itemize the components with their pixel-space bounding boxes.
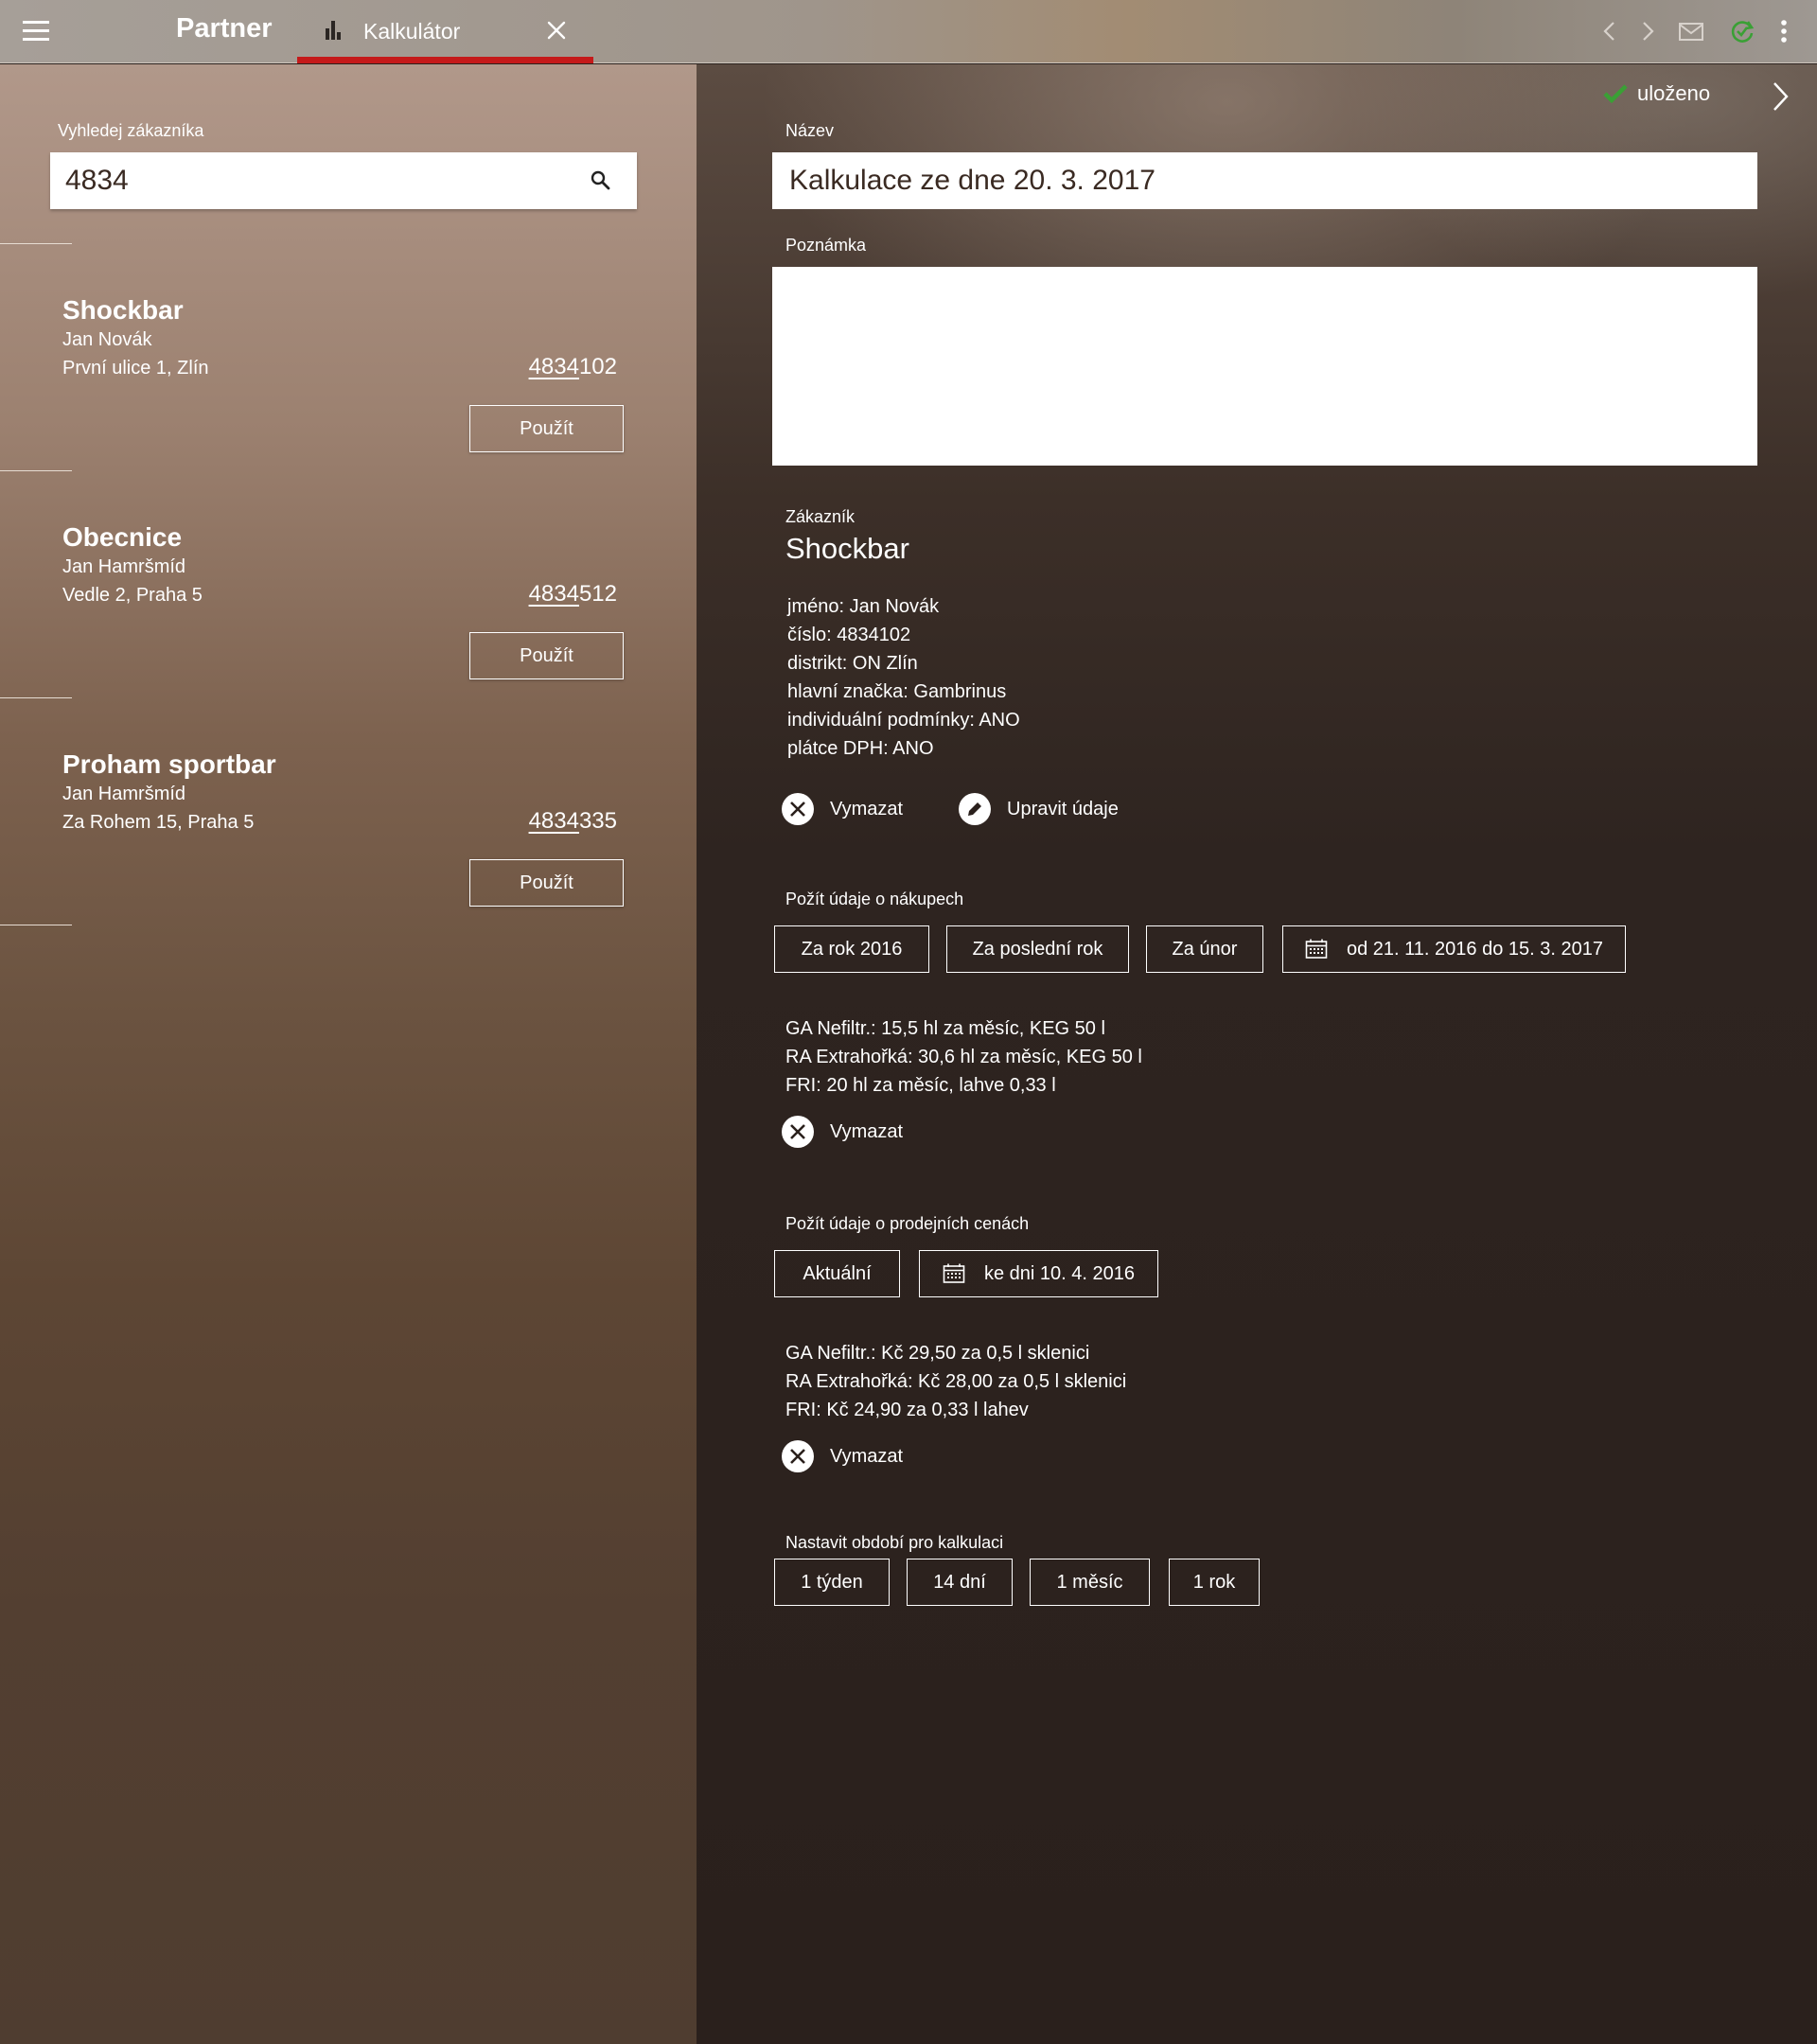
info-line: plátce DPH: ANO — [787, 738, 934, 759]
delete-label: Vymazat — [830, 1445, 904, 1467]
edit-customer-button[interactable]: Upravit údaje — [958, 792, 1119, 826]
info-line: GA Nefiltr.: 15,5 hl za měsíc, KEG 50 l — [785, 1018, 1105, 1039]
period-1-week-button[interactable]: 1 týden — [774, 1559, 890, 1606]
purchase-range-button[interactable]: od 21. 11. 2016 do 15. 3. 2017 — [1282, 925, 1626, 973]
saved-status: uloženo — [1603, 81, 1710, 106]
info-line: FRI: Kč 24,90 za 0,33 l lahev — [785, 1400, 1029, 1420]
customer-address: Vedle 2, Praha 5 — [62, 585, 203, 606]
prices-buttons: Aktuální ke dni 10. 4. 2016 — [697, 1250, 1817, 1297]
customer-name: Shockbar — [62, 295, 184, 325]
delete-purchases-button[interactable]: Vymazat — [781, 1115, 903, 1149]
note-textarea[interactable] — [772, 267, 1757, 466]
search-icon[interactable] — [588, 167, 614, 199]
price-info: GA Nefiltr.: Kč 29,50 za 0,5 l sklenici … — [785, 1339, 1126, 1424]
period-14-days-button[interactable]: 14 dní — [907, 1559, 1013, 1606]
info-line: individuální podmínky: ANO — [787, 710, 1020, 731]
calculation-detail-panel: uloženo Název Poznámka Zákazník Shockbar… — [697, 64, 1817, 2044]
divider — [0, 697, 72, 698]
saved-status-label: uloženo — [1637, 81, 1711, 105]
february-button[interactable]: Za únor — [1146, 925, 1263, 973]
period-buttons: 1 týden 14 dní 1 měsíc 1 rok — [697, 1559, 1817, 1606]
customer-info: jméno: Jan Novák číslo: 4834102 distrikt… — [787, 592, 1020, 763]
period-1-year-button[interactable]: 1 rok — [1169, 1559, 1260, 1606]
menu-icon[interactable] — [23, 19, 49, 44]
edit-pencil-icon — [959, 793, 991, 825]
customer-search-panel: Vyhledej zákazníka Shockbar Jan Novák Pr… — [0, 64, 697, 2044]
mail-icon[interactable] — [1677, 17, 1705, 45]
search-input[interactable] — [65, 162, 557, 200]
tab-kalkulator[interactable]: Kalkulátor — [297, 0, 593, 63]
bar-chart-icon — [326, 21, 343, 40]
use-customer-button[interactable]: Použít — [469, 859, 624, 907]
clear-circle-icon — [782, 793, 814, 825]
customer-title: Shockbar — [785, 532, 909, 565]
check-icon — [1603, 84, 1628, 104]
prices-label: Požít údaje o prodejních cenách — [785, 1214, 1030, 1233]
edit-label: Upravit údaje — [1007, 798, 1119, 819]
delete-customer-button[interactable]: Vymazat — [781, 792, 903, 826]
note-label: Poznámka — [785, 236, 867, 255]
sync-status-icon[interactable] — [1728, 17, 1756, 45]
info-line: jméno: Jan Novák — [787, 596, 940, 617]
name-box — [772, 152, 1757, 209]
delete-label: Vymazat — [830, 798, 904, 819]
purchases-buttons: Za rok 2016 Za poslední rok Za únor od 2… — [697, 925, 1817, 973]
info-line: FRI: 20 hl za měsíc, lahve 0,33 l — [785, 1075, 1056, 1096]
divider — [0, 243, 72, 244]
search-box — [50, 152, 637, 209]
use-customer-button[interactable]: Použít — [469, 405, 624, 452]
clear-circle-icon — [782, 1440, 814, 1472]
close-icon[interactable] — [543, 17, 570, 44]
customer-name: Proham sportbar — [62, 749, 276, 779]
customer-address: Za Rohem 15, Praha 5 — [62, 812, 255, 833]
delete-label: Vymazat — [830, 1120, 904, 1142]
clear-circle-icon — [782, 1116, 814, 1148]
delete-prices-button[interactable]: Vymazat — [781, 1439, 903, 1473]
price-date-button[interactable]: ke dni 10. 4. 2016 — [919, 1250, 1158, 1297]
search-label: Vyhledej zákazníka — [58, 121, 204, 140]
customer-number: 4834335 — [528, 808, 617, 834]
purchases-label: Požít údaje o nákupech — [785, 890, 964, 908]
top-app-bar: Partner Kalkulátor — [0, 0, 1817, 63]
period-1-month-button[interactable]: 1 měsíc — [1030, 1559, 1150, 1606]
customer-address: První ulice 1, Zlín — [62, 358, 209, 379]
more-vert-icon[interactable] — [1770, 17, 1798, 45]
last-year-button[interactable]: Za poslední rok — [946, 925, 1129, 973]
customer-number: 4834102 — [528, 354, 617, 379]
customer-person: Jan Hamršmíd — [62, 556, 186, 577]
info-line: RA Extrahořká: 30,6 hl za měsíc, KEG 50 … — [785, 1047, 1142, 1067]
forward-icon[interactable] — [1633, 17, 1662, 45]
app-brand: Partner — [176, 13, 273, 44]
info-line: hlavní značka: Gambrinus — [787, 681, 1007, 702]
customer-label: Zákazník — [785, 507, 856, 526]
price-date-label: ke dni 10. 4. 2016 — [983, 1262, 1135, 1284]
info-line: RA Extrahořká: Kč 28,00 za 0,5 l sklenic… — [785, 1371, 1127, 1392]
customer-name: Obecnice — [62, 522, 183, 552]
calendar-icon — [1305, 939, 1328, 959]
info-line: GA Nefiltr.: Kč 29,50 za 0,5 l sklenici — [785, 1343, 1090, 1364]
purchase-range-label: od 21. 11. 2016 do 15. 3. 2017 — [1347, 938, 1603, 960]
name-input[interactable] — [789, 162, 1736, 200]
period-label: Nastavit období pro kalkulaci — [785, 1533, 1004, 1552]
list-item: Shockbar Jan Novák První ulice 1, Zlín 4… — [0, 295, 697, 503]
chevron-right-icon[interactable] — [1766, 78, 1794, 120]
note-box — [772, 267, 1757, 466]
year-2016-button[interactable]: Za rok 2016 — [774, 925, 929, 973]
current-prices-button[interactable]: Aktuální — [774, 1250, 900, 1297]
list-item: Obecnice Jan Hamršmíd Vedle 2, Praha 5 4… — [0, 522, 697, 731]
info-line: číslo: 4834102 — [787, 625, 911, 645]
calendar-icon — [943, 1263, 965, 1283]
divider — [0, 470, 72, 471]
purchase-info: GA Nefiltr.: 15,5 hl za měsíc, KEG 50 l … — [785, 1014, 1142, 1100]
name-label: Název — [785, 121, 835, 140]
tab-label: Kalkulátor — [363, 19, 461, 44]
info-line: distrikt: ON Zlín — [787, 653, 918, 674]
back-icon[interactable] — [1596, 17, 1624, 45]
list-item: Proham sportbar Jan Hamršmíd Za Rohem 15… — [0, 749, 697, 958]
customer-person: Jan Novák — [62, 329, 152, 350]
customer-number: 4834512 — [528, 581, 617, 607]
use-customer-button[interactable]: Použít — [469, 632, 624, 679]
customer-person: Jan Hamršmíd — [62, 784, 186, 804]
